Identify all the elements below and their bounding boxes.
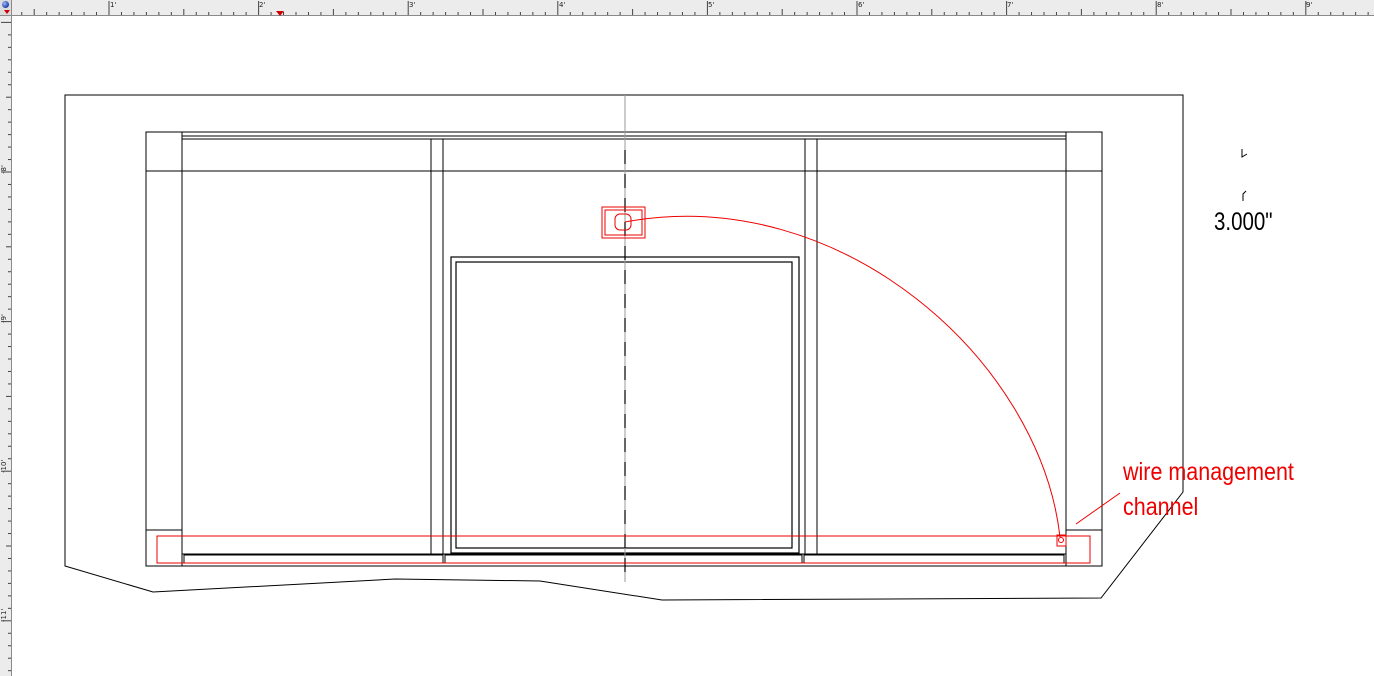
wire-management-note[interactable]: wire management channel	[1123, 455, 1294, 525]
dimension-marks	[1241, 149, 1248, 201]
cabinet-frame[interactable]	[145, 131, 1103, 567]
ruler-ticks	[1, 1, 1369, 672]
dimension-label[interactable]: 3.000"	[1214, 208, 1273, 237]
origin-marker-icon	[4, 10, 10, 14]
wire-path-arc	[624, 216, 1061, 538]
drawing-canvas[interactable]	[0, 0, 1374, 676]
origin-knob-icon	[2, 1, 9, 8]
ruler-origin-corner[interactable]	[0, 0, 12, 16]
wire-channel[interactable]	[156, 534, 1091, 564]
annotation-leader	[1075, 492, 1121, 525]
note-line-2: channel	[1123, 493, 1199, 521]
note-line-1: wire management	[1123, 458, 1294, 486]
grommet-box[interactable]	[601, 206, 646, 239]
